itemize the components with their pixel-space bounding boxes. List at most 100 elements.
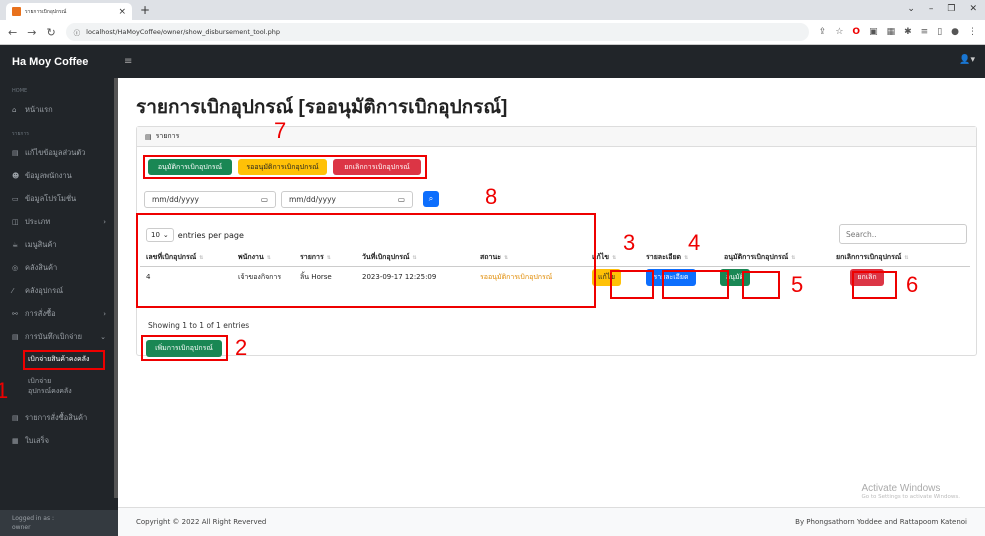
logged-in-label: Logged in as : [12, 515, 55, 522]
chevron-down-icon[interactable]: ⌄ [907, 4, 915, 14]
reading-list-icon[interactable]: ≡ [921, 27, 929, 37]
menu-dots-icon[interactable]: ⋮ [968, 27, 977, 37]
table-icon: ▤ [145, 132, 152, 141]
forward-icon[interactable]: → [27, 26, 36, 39]
new-tab-icon[interactable]: + [140, 3, 150, 17]
back-icon[interactable]: ← [8, 26, 17, 39]
col-header-cancel[interactable]: ยกเลิกการเบิกอุปกรณ์ ⇅ [830, 250, 970, 267]
grid-icon: ◫ [12, 217, 19, 226]
grid-extension-icon[interactable]: ▦ [887, 27, 896, 37]
page-title: รายการเบิกอุปกรณ์ [รออนุมัติการเบิกอุปกร… [136, 97, 508, 118]
opera-icon[interactable]: O [852, 27, 860, 37]
list-icon: ▤ [12, 332, 19, 341]
list-icon: ▤ [12, 413, 19, 422]
browser-tab[interactable]: รายการเบิกอุปกรณ์ × [6, 3, 132, 20]
share-icon[interactable]: ⇪ [819, 27, 827, 37]
sidebar-item-label: หน้าแรก [25, 104, 53, 114]
annotation-number-4: 4 [688, 230, 701, 255]
extension-icon[interactable]: ▣ [869, 27, 878, 37]
annotation-number-8: 8 [485, 184, 498, 209]
search-icon: ⌕ [428, 194, 434, 203]
annotation-box-7 [143, 155, 427, 179]
sidebar-item-label: การสั่งซื้อ [25, 308, 56, 318]
activate-windows-watermark: Activate Windows Go to Settings to activ… [861, 483, 960, 500]
favicon-icon [12, 7, 21, 16]
tools-icon: ⁄ [12, 286, 14, 295]
watermark-subtitle: Go to Settings to activate Windows. [861, 494, 960, 500]
sidebar-footer: Logged in as : owner [0, 510, 118, 536]
col-header-approve[interactable]: อนุมัติการเบิกอุปกรณ์ ⇅ [718, 250, 830, 267]
top-navbar: Ha Moy Coffee ≡ 👤▾ [0, 45, 985, 78]
sidebar-item-stock[interactable]: ◎ คลังสินค้า [0, 256, 118, 279]
chevron-down-icon: ⌄ [100, 332, 106, 341]
hamburger-icon[interactable]: ≡ [124, 56, 132, 67]
maximize-icon[interactable]: ❐ [947, 4, 955, 14]
sidebar-item-home[interactable]: ⌂ หน้าแรก [0, 98, 118, 121]
cart-icon: ⚯ [12, 309, 18, 318]
box-icon: ◎ [12, 263, 19, 272]
card-header-label: รายการ [155, 132, 180, 140]
sidebar-item-orders[interactable]: ⚯ การสั่งซื้อ › [0, 302, 118, 325]
card-header: ▤ รายการ [137, 127, 976, 147]
info-icon[interactable]: ⓘ [74, 27, 81, 37]
annotation-number-5: 5 [791, 272, 804, 297]
sidebar-item-categories[interactable]: ◫ ประเภท › [0, 210, 118, 233]
brand-logo[interactable]: Ha Moy Coffee [0, 56, 118, 68]
users-icon: ☻ [12, 171, 20, 180]
col-header-detail[interactable]: รายละเอียด ⇅ [640, 250, 718, 267]
date-search-button[interactable]: ⌕ [423, 191, 439, 207]
sidebar-item-label: คลังอุปกรณ์ [25, 285, 64, 295]
sidebar-item-label: ข้อมูลพนักงาน [25, 170, 72, 180]
date-to-input[interactable]: mm/dd/yyyy ▭ [281, 191, 413, 208]
annotation-box-6 [852, 271, 897, 299]
annotation-number-6: 6 [906, 272, 919, 297]
sidebar-item-menu[interactable]: ☕ เมนูสินค้า [0, 233, 118, 256]
receipt-icon: ▦ [12, 436, 19, 445]
close-tab-icon[interactable]: × [118, 7, 126, 17]
sidebar-item-tools[interactable]: ⁄ คลังอุปกรณ์ [0, 279, 118, 302]
annotation-number-7: 7 [274, 118, 287, 143]
sidebar-section-list: รายการ [12, 131, 29, 137]
tab-title: รายการเบิกอุปกรณ์ [25, 8, 67, 15]
reload-icon[interactable]: ↻ [46, 26, 55, 39]
page-footer: Copyright © 2022 All Right Reverved By P… [118, 507, 985, 536]
extensions-bar: ⇪ ☆ O ▣ ▦ ✱ ≡ ▯ ● ⋮ [819, 27, 977, 37]
browser-tabstrip: รายการเบิกอุปกรณ์ × + ⌄ – ❐ ✕ [0, 0, 985, 20]
copyright-text: Copyright © 2022 All Right Reverved [136, 518, 267, 526]
chevron-right-icon: › [103, 217, 106, 226]
sidebar-item-disbursement[interactable]: ▤ การบันทึกเบิกจ่าย ⌄ [0, 325, 118, 348]
puzzle-icon[interactable]: ✱ [904, 27, 912, 37]
sidebar-item-label: ข้อมูลโปรโมชั่น [25, 193, 77, 203]
profile-icon[interactable]: ● [951, 27, 959, 37]
close-window-icon[interactable]: ✕ [969, 4, 977, 14]
sidebar-item-employees[interactable]: ☻ ข้อมูลพนักงาน [0, 164, 118, 187]
sidebar-subitem-tool-disbursement[interactable]: เบิกจ่ายอุปกรณ์คงคลัง [0, 374, 86, 400]
sidebar-item-promotions[interactable]: ▭ ข้อมูลโปรโมชั่น [0, 187, 118, 210]
calendar-icon[interactable]: ▭ [261, 195, 268, 204]
date-from-input[interactable]: mm/dd/yyyy ▭ [144, 191, 276, 208]
calendar-icon[interactable]: ▭ [398, 195, 405, 204]
sidebar-item-profile[interactable]: ▤ แก้ไขข้อมูลส่วนตัว [0, 141, 118, 164]
annotation-box-3 [610, 270, 654, 299]
cell-cancel: ยกเลิก [830, 266, 970, 288]
sidepanel-icon[interactable]: ▯ [937, 27, 942, 37]
annotation-box-8 [136, 213, 596, 308]
bookmark-star-icon[interactable]: ☆ [835, 27, 843, 37]
sidebar-section-home: HOME [12, 88, 28, 94]
annotation-number-1: 1 [0, 378, 9, 403]
sidebar-item-label: ประเภท [25, 216, 51, 226]
url-input[interactable]: ⓘ localhost/HaMoyCoffee/owner/show_disbu… [65, 23, 809, 41]
id-card-icon: ▤ [12, 148, 19, 157]
annotation-box-2 [141, 335, 228, 361]
window-controls: ⌄ – ❐ ✕ [907, 4, 977, 14]
tag-icon: ▭ [12, 194, 19, 203]
user-menu-icon[interactable]: 👤▾ [959, 55, 975, 65]
table-search-input[interactable]: Search.. [839, 224, 967, 244]
sidebar-item-label: เมนูสินค้า [25, 239, 57, 249]
minimize-icon[interactable]: – [929, 4, 934, 14]
sidebar-item-receipts[interactable]: ▦ ใบเสร็จ [0, 429, 118, 452]
annotation-box-1 [23, 350, 105, 370]
url-text: localhost/HaMoyCoffee/owner/show_disburs… [86, 28, 280, 36]
annotation-box-4 [662, 270, 729, 299]
sidebar-item-purchase-list[interactable]: ▤ รายการสั่งซื้อสินค้า [0, 406, 118, 429]
